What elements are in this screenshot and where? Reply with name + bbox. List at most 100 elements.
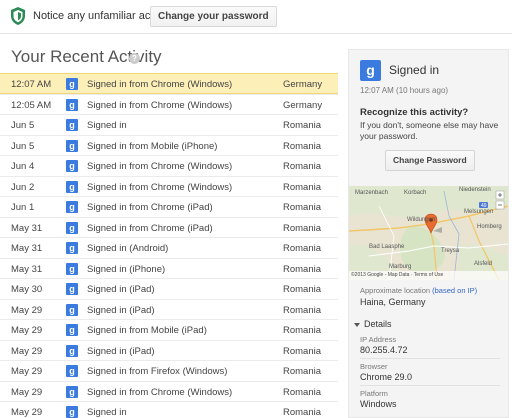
activity-location: Romania [283, 366, 322, 377]
google-icon: g [66, 365, 78, 377]
based-on-ip-link[interactable]: (based on IP) [432, 286, 477, 295]
google-icon: g [66, 283, 78, 295]
google-icon: g [66, 344, 78, 357]
activity-event: Signed in from Chrome (Windows) [87, 161, 233, 172]
activity-location: Germany [283, 79, 323, 90]
activity-row[interactable]: May 29 g Signed in (iPad) Romania [0, 298, 338, 320]
change-password-button[interactable]: Change Password [385, 150, 475, 171]
google-icon: g [66, 242, 78, 254]
activity-row[interactable]: May 29 g Signed in (iPad) Romania [0, 339, 338, 361]
google-icon: g [66, 385, 78, 398]
ip-address-label: IP Address [360, 335, 397, 344]
divider [360, 358, 500, 359]
detail-title: Signed in [389, 63, 440, 77]
activity-location: Romania [283, 386, 322, 398]
google-icon: g [360, 60, 381, 81]
road-number: 49 [481, 203, 487, 209]
activity-location: Romania [283, 304, 322, 316]
activity-event: Signed in [87, 407, 127, 418]
approx-location-text: Approximate location [360, 286, 431, 295]
google-icon: g [66, 119, 78, 131]
activity-row[interactable]: May 29 g Signed in from Chrome (Windows) Ro… [0, 380, 338, 402]
activity-date: May 29 [11, 325, 43, 336]
activity-event: Signed in from Chrome (Windows) [87, 79, 233, 90]
activity-event: Signed in from Firefox (Windows) [87, 366, 228, 377]
details-toggle[interactable]: Details [354, 319, 392, 329]
activity-detail-panel: g Signed in 12:07 AM (10 hours ago) Reco… [348, 49, 509, 418]
activity-location: Romania [283, 325, 322, 336]
recognize-heading: Recognize this activity? [360, 107, 469, 118]
location-map[interactable]: Marzenbach Korbach Niedenstein Melsungen… [349, 186, 508, 280]
activity-row[interactable]: May 31 g Signed in (Android) Romania [0, 237, 338, 258]
google-icon: g [66, 221, 78, 234]
activity-date: 12:05 AM [11, 99, 52, 111]
help-icon[interactable]: ? [129, 53, 140, 64]
activity-location: Romania [283, 140, 322, 152]
google-icon: g [66, 98, 78, 111]
activity-row[interactable]: Jun 5 g Signed in from Mobile (iPhone) Roma… [0, 134, 338, 156]
activity-row[interactable]: Jun 2 g Signed in from Chrome (Windows) Rom… [0, 175, 338, 197]
activity-location: Romania [283, 407, 322, 418]
activity-row[interactable]: May 29 g Signed in Romania [0, 401, 338, 418]
map-label: Alsfeld [474, 261, 493, 267]
approx-location-value: Haina, Germany [360, 297, 426, 307]
activity-date: Jun 4 [11, 161, 35, 172]
recognize-text: If you don't, someone else may have your… [360, 120, 499, 141]
activity-date: Jun 5 [11, 120, 35, 131]
change-your-password-button[interactable]: Change your password [150, 6, 277, 27]
browser-label: Browser [360, 362, 388, 371]
activity-location: Romania [283, 202, 322, 213]
activity-date: 12:07 AM [11, 79, 52, 90]
activity-row[interactable]: 12:05 AM g Signed in from Chrome (Windows)… [0, 93, 338, 115]
activity-date: May 29 [11, 407, 43, 418]
activity-row[interactable]: Jun 4 g Signed in from Chrome (Windows) Rom… [0, 155, 338, 176]
activity-location: Romania [283, 263, 322, 275]
activity-location: Romania [283, 120, 322, 131]
activity-list: 12:07 AM g Signed in from Chrome (Windows)… [0, 73, 338, 418]
activity-location: Romania [283, 181, 322, 193]
activity-event: Signed in from Chrome (Windows) [87, 386, 233, 398]
platform-value: Windows [360, 399, 397, 409]
activity-date: May 29 [11, 345, 43, 357]
activity-event: Signed in from Chrome (Windows) [87, 99, 233, 111]
map-label: Homberg [477, 224, 502, 230]
activity-event: Signed in (iPhone) [87, 263, 166, 275]
activity-event: Signed in from Chrome (iPad) [87, 202, 213, 213]
google-icon: g [66, 324, 78, 336]
activity-row[interactable]: May 31 g Signed in from Chrome (iPad) Roman… [0, 216, 338, 238]
divider [360, 385, 500, 386]
google-icon: g [66, 139, 78, 152]
activity-row[interactable]: May 29 g Signed in from Firefox (Windows) R… [0, 360, 338, 381]
activity-date: May 31 [11, 222, 43, 234]
map-attribution[interactable]: ©2013 Google - Map Data · Terms of Use [349, 271, 508, 280]
activity-location: Romania [283, 161, 322, 172]
activity-location: Germany [283, 99, 323, 111]
map-label: Melsungen [464, 209, 494, 215]
activity-row[interactable]: 12:07 AM g Signed in from Chrome (Windows)… [0, 73, 338, 94]
activity-date: Jun 2 [11, 181, 35, 193]
browser-value: Chrome 29.0 [360, 372, 413, 382]
activity-date: May 29 [11, 366, 43, 377]
activity-row[interactable]: May 31 g Signed in (iPhone) Romania [0, 257, 338, 279]
activity-row[interactable]: Jun 1 g Signed in from Chrome (iPad) Romani… [0, 196, 338, 217]
activity-date: Jun 1 [11, 202, 35, 213]
ip-address-value: 80.255.4.72 [360, 345, 408, 355]
activity-location: Romania [283, 284, 322, 295]
detail-time: 12:07 AM (10 hours ago) [360, 86, 449, 95]
google-icon: g [66, 201, 78, 213]
activity-location: Romania [283, 243, 322, 254]
activity-event: Signed in (iPad) [87, 345, 155, 357]
activity-event: Signed in [87, 120, 127, 131]
activity-event: Signed in (iPad) [87, 284, 155, 295]
activity-event: Signed in from Mobile (iPad) [87, 325, 207, 336]
activity-location: Romania [283, 345, 322, 357]
map-label: Marzenbach [355, 190, 389, 196]
activity-row[interactable]: Jun 5 g Signed in Romania [0, 114, 338, 135]
google-icon: g [66, 78, 78, 90]
activity-event: Signed in from Chrome (iPad) [87, 222, 213, 234]
shield-icon [11, 7, 25, 25]
activity-row[interactable]: May 30 g Signed in (iPad) Romania [0, 278, 338, 299]
activity-row[interactable]: May 29 g Signed in from Mobile (iPad) Roman… [0, 319, 338, 340]
activity-date: May 31 [11, 243, 43, 254]
activity-event: Signed in from Mobile (iPhone) [87, 140, 218, 152]
